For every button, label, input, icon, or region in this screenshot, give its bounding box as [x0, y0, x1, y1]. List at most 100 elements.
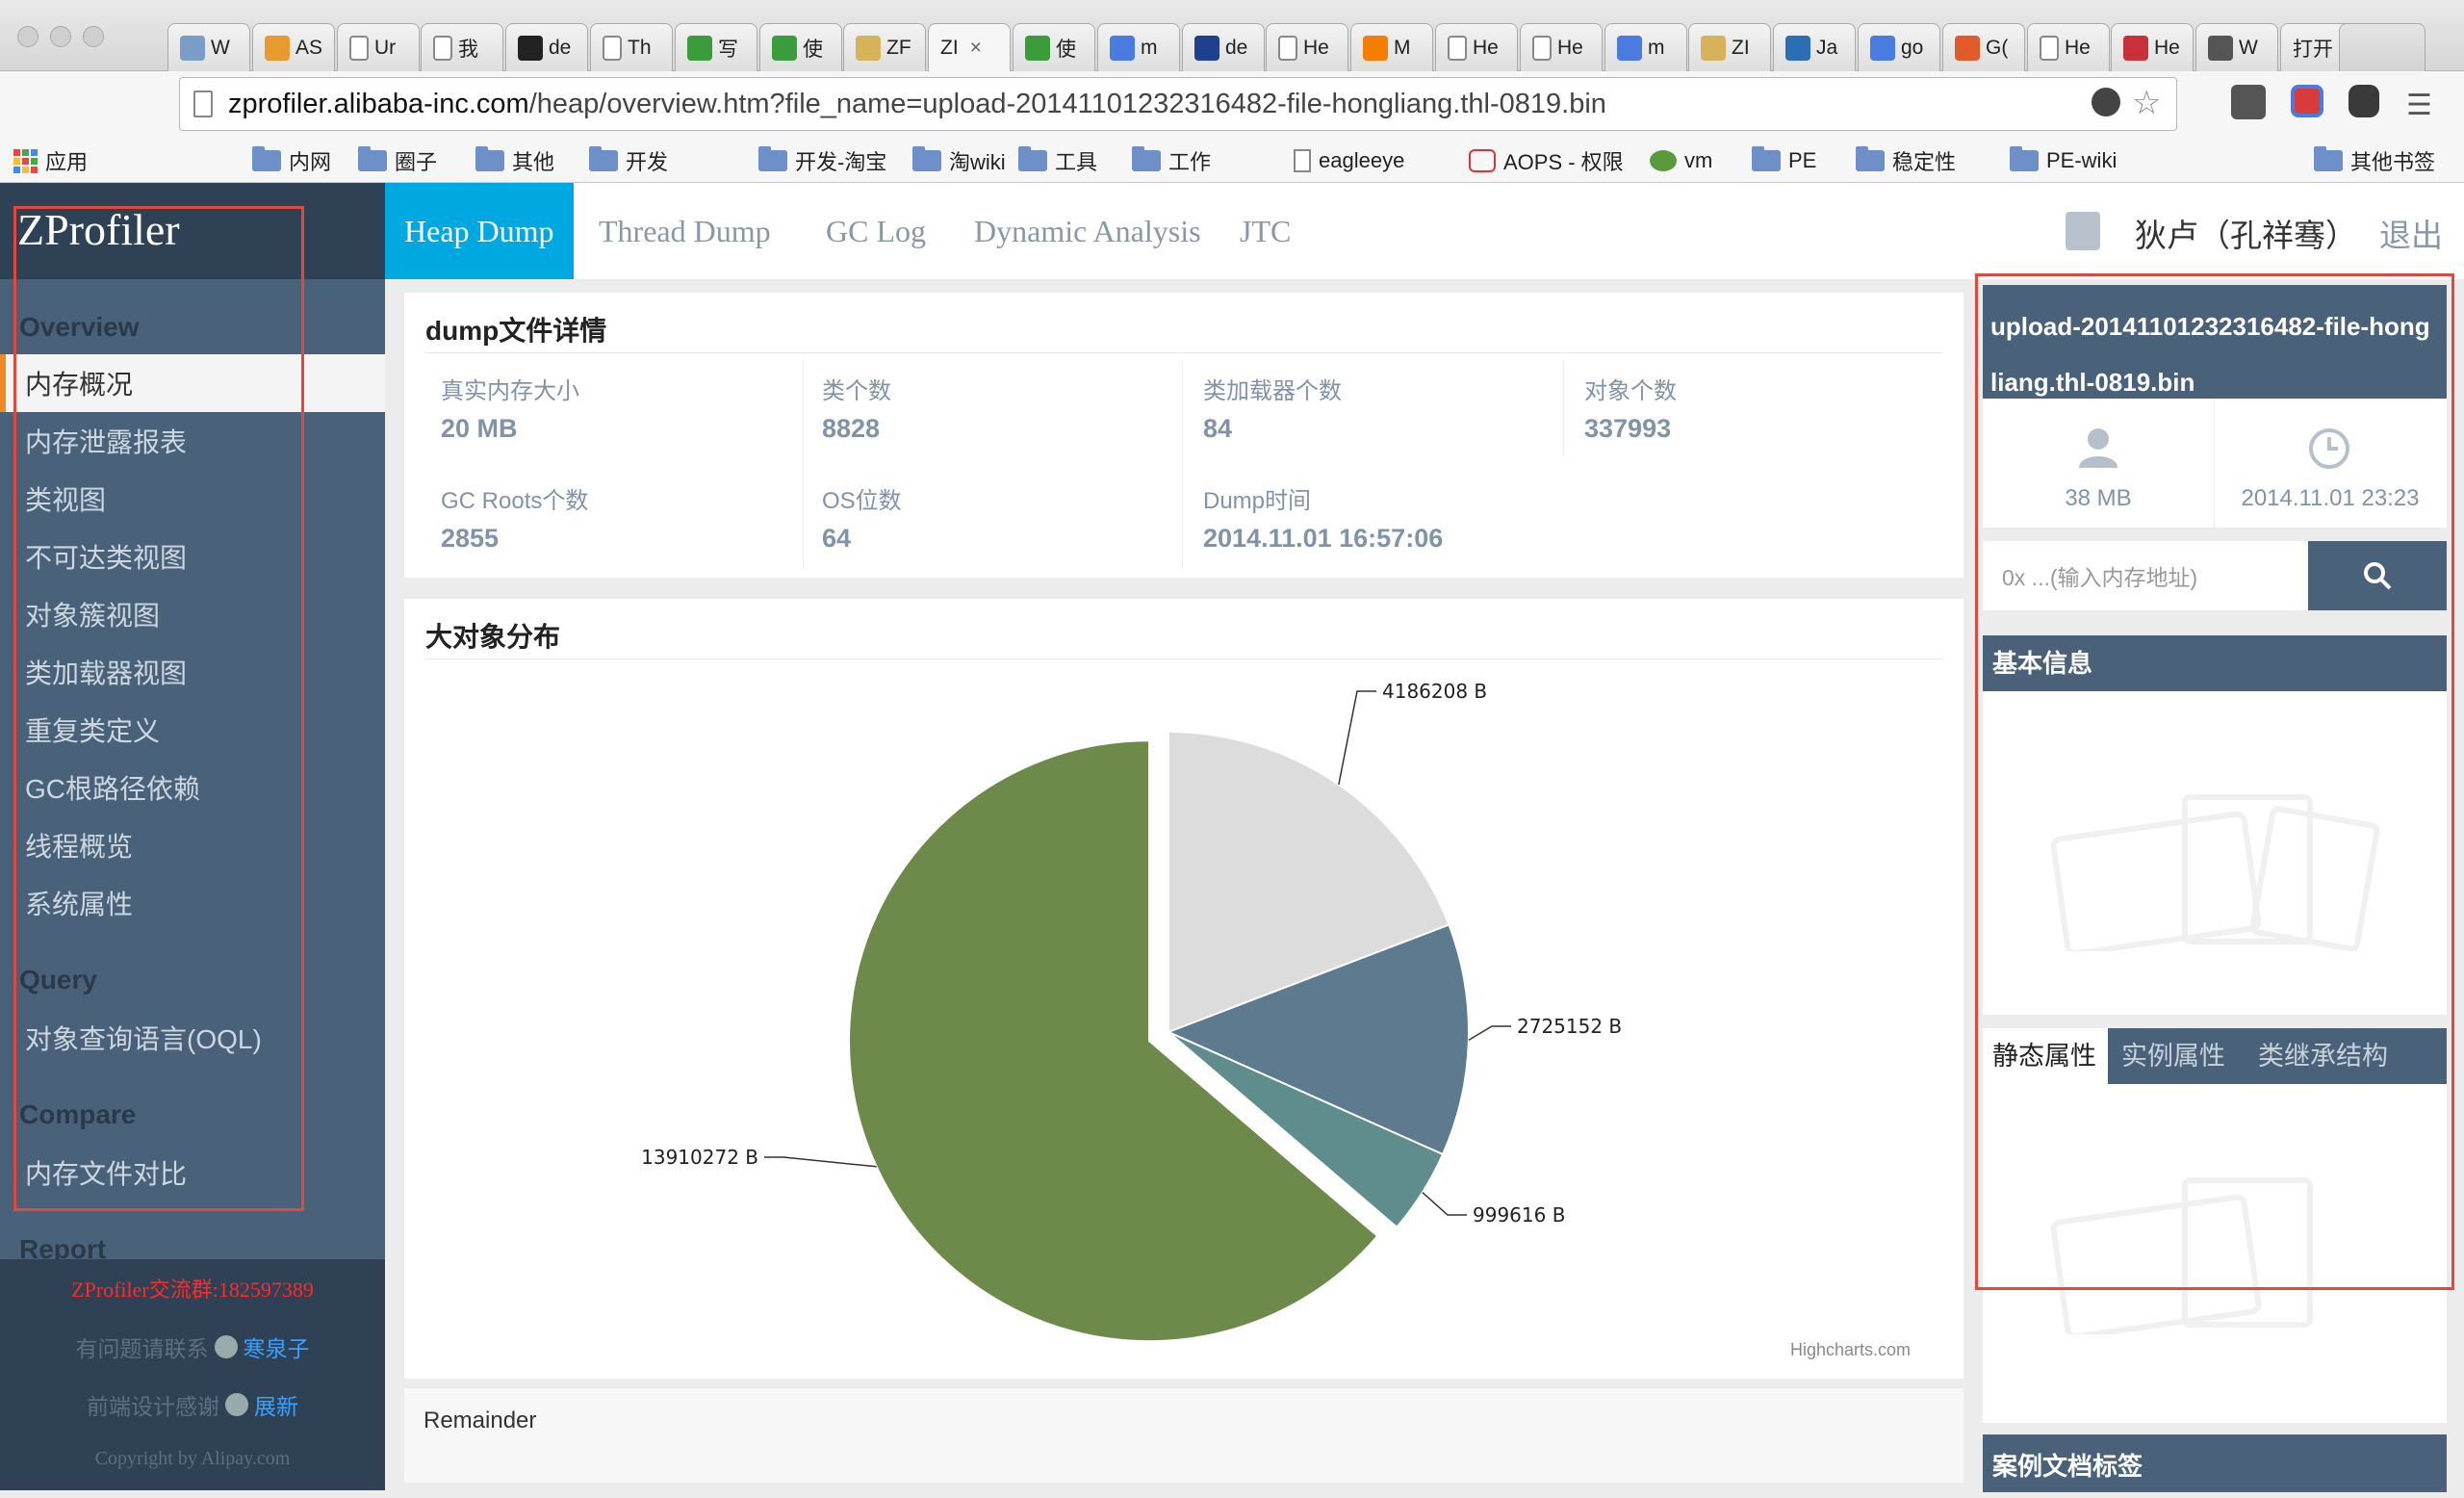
- copyright: Copyright by Alipay.com: [94, 1448, 291, 1469]
- bookmark-item[interactable]: 工具: [1018, 139, 1097, 183]
- bookmark-item[interactable]: vm: [1650, 139, 1712, 183]
- blogger-icon: [1363, 35, 1388, 61]
- stat-label: OS位数: [822, 488, 902, 514]
- google-g-icon: [1870, 35, 1895, 61]
- window-minimize-button[interactable]: [50, 26, 71, 47]
- pie-chart: 4186208 B 2725152 B 999616 B 13910272 B: [641, 680, 1622, 1343]
- footer-contact: 有问题请联系 寒泉子: [0, 1330, 385, 1363]
- window-zoom-button[interactable]: [83, 26, 104, 47]
- address-bar[interactable]: zprofiler.alibaba-inc.com/heap/overview.…: [179, 77, 2177, 131]
- browser-tab[interactable]: ZI ×: [928, 23, 1011, 71]
- extension-stop-icon[interactable]: [2291, 85, 2323, 117]
- bookmark-item[interactable]: 开发: [589, 139, 668, 183]
- browser-tab[interactable]: m: [1604, 23, 1687, 71]
- stat-value: 2014.11.01 16:57:06: [1203, 524, 1444, 553]
- folder-icon: [1752, 146, 1781, 171]
- browser-tab[interactable]: He: [1435, 23, 1518, 71]
- bookmark-item[interactable]: 淘wiki: [912, 139, 1006, 183]
- bookmark-item[interactable]: 内网: [252, 139, 331, 183]
- page-icon: [1532, 35, 1552, 61]
- bookmark-item[interactable]: 开发-淘宝: [758, 139, 886, 183]
- tab-heap-dump[interactable]: Heap Dump: [385, 183, 574, 279]
- dump-details-title: dump文件详情: [425, 316, 607, 346]
- close-tab-icon[interactable]: ×: [970, 37, 982, 60]
- url-host: zprofiler.alibaba-inc.com: [228, 88, 529, 119]
- designer-link[interactable]: 展新: [254, 1388, 298, 1421]
- bookmark-item[interactable]: 其他: [475, 139, 554, 183]
- page-icon: [603, 35, 622, 61]
- browser-tab[interactable]: ZF: [843, 23, 926, 71]
- logout-link[interactable]: 退出: [2379, 210, 2443, 256]
- page-icon: [193, 90, 213, 117]
- slice-label: 2725152 B: [1517, 1015, 1622, 1038]
- contact-avatar: [214, 1335, 238, 1358]
- browser-tab[interactable]: Th: [590, 23, 673, 71]
- ow2-icon: [265, 35, 290, 61]
- browser-tab[interactable]: G(: [1942, 23, 2025, 71]
- browser-tab[interactable]: de: [505, 23, 588, 71]
- bookmark-item[interactable]: 圈子: [358, 139, 437, 183]
- menu-icon[interactable]: ☰: [2406, 89, 2432, 122]
- tab-gc-log[interactable]: GC Log: [826, 183, 926, 279]
- chart-credit[interactable]: Highcharts.com: [1790, 1340, 1911, 1360]
- zprofiler-app: ZProfiler Overview 内存概况 内存泄露报表 类视图 不可达类视图 对象…: [0, 183, 2464, 1492]
- remainder-panel: Remainder: [404, 1388, 1964, 1483]
- tab-dynamic-analysis[interactable]: Dynamic Analysis: [974, 183, 1201, 279]
- contact-link[interactable]: 寒泉子: [244, 1330, 310, 1363]
- url-path: /heap/overview.htm?file_name=upload-2014…: [528, 88, 1606, 119]
- browser-tab[interactable]: W: [2195, 23, 2278, 71]
- bookmark-apps[interactable]: 应用: [13, 139, 88, 183]
- browser-tab[interactable]: Ja: [1773, 23, 1856, 71]
- github-icon: [518, 35, 543, 61]
- browser-tab[interactable]: ZI: [1688, 23, 1771, 71]
- remainder-label: Remainder: [424, 1408, 537, 1433]
- browser-tab[interactable]: M: [1350, 23, 1433, 71]
- stat-label: Dump时间: [1203, 488, 1312, 514]
- highlight-box: [1975, 273, 2454, 1290]
- cat-icon: [2208, 35, 2233, 61]
- browser-tab[interactable]: He: [1520, 23, 1603, 71]
- browser-tab[interactable]: He: [2111, 23, 2194, 71]
- browser-tab[interactable]: He: [1266, 23, 1348, 71]
- bookmark-item[interactable]: PE-wiki: [2010, 139, 2117, 183]
- stat-label: 类个数: [822, 378, 891, 404]
- evernote-icon[interactable]: [2348, 85, 2379, 117]
- browser-tab[interactable]: de: [1182, 23, 1265, 71]
- folder-icon: [475, 146, 504, 171]
- tab-jtc[interactable]: JTC: [1240, 183, 1291, 279]
- infoq-icon: [1785, 35, 1810, 61]
- browser-tab[interactable]: m: [1097, 23, 1180, 71]
- bookmark-item[interactable]: eagleeye: [1294, 139, 1404, 183]
- stat-value: 64: [822, 524, 852, 553]
- browser-tab[interactable]: 使: [1013, 23, 1095, 71]
- slice-label: 13910272 B: [641, 1146, 758, 1169]
- new-tab-button[interactable]: [2339, 23, 2426, 71]
- browser-tab[interactable]: AS: [252, 23, 335, 71]
- stat-value: 337993: [1584, 414, 1672, 443]
- browser-tab[interactable]: W: [167, 23, 250, 71]
- browser-tab[interactable]: He: [2027, 23, 2110, 71]
- extension-tools-icon[interactable]: [2231, 85, 2266, 119]
- tab-thread-dump[interactable]: Thread Dump: [599, 183, 771, 279]
- bookmark-star-icon[interactable]: ☆: [2132, 84, 2161, 122]
- browser-tab[interactable]: 使: [759, 23, 842, 71]
- designer-avatar: [225, 1393, 248, 1416]
- aops-icon: [1469, 149, 1496, 172]
- window-close-button[interactable]: [17, 26, 38, 47]
- folder-icon: [758, 146, 787, 171]
- extension-icon[interactable]: [2092, 88, 2120, 116]
- stat-value: 84: [1203, 414, 1233, 443]
- bookmark-item[interactable]: 工作: [1132, 139, 1211, 183]
- bookmark-item[interactable]: PE: [1752, 139, 1816, 183]
- bookmark-item[interactable]: 稳定性: [1856, 139, 1956, 183]
- stat-value: 2855: [441, 524, 500, 553]
- browser-tab[interactable]: Ur: [337, 23, 420, 71]
- bookmark-other[interactable]: 其他书签: [2314, 139, 2435, 183]
- browser-tab[interactable]: go: [1858, 23, 1940, 71]
- browser-tab[interactable]: 我: [421, 23, 503, 71]
- page-icon: [1294, 149, 1311, 172]
- browser-tab[interactable]: 写: [675, 23, 757, 71]
- gear-icon: [1955, 35, 1980, 61]
- bookmark-item[interactable]: AOPS - 权限: [1469, 139, 1624, 183]
- user-name[interactable]: 狄卢（孔祥骞）: [2135, 210, 2357, 256]
